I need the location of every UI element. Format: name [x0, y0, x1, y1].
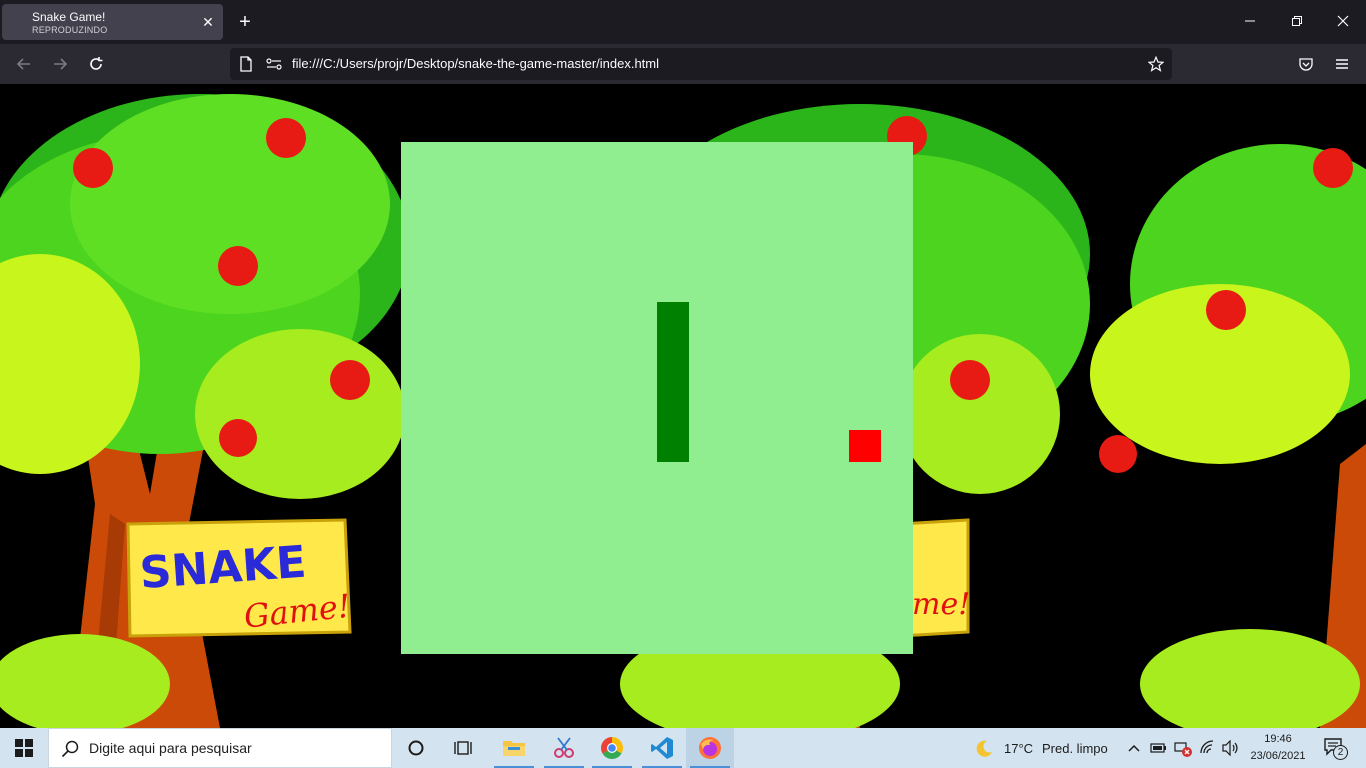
nav-bar: file:///C:/Users/projr/Desktop/snake-the…: [0, 44, 1366, 84]
close-window-button[interactable]: [1331, 10, 1355, 34]
battery-icon[interactable]: [1150, 742, 1168, 754]
moon-weather-icon: [976, 740, 992, 757]
weather-temperature[interactable]: 17°C: [1004, 741, 1033, 756]
game-canvas[interactable]: [401, 142, 913, 654]
chrome-button[interactable]: [588, 728, 636, 768]
cortana-circle-icon: [408, 740, 424, 756]
close-icon: [1337, 15, 1349, 27]
notification-center-button[interactable]: 2: [1320, 736, 1352, 760]
vscode-button[interactable]: [638, 728, 686, 768]
tab-playing-label: REPRODUZINDO: [32, 25, 108, 35]
permissions-icon[interactable]: [266, 56, 282, 72]
snake-game-sign: SNAKE Game!: [126, 518, 352, 638]
tab-close-icon[interactable]: ✕: [200, 14, 216, 30]
restore-icon: [1292, 16, 1302, 26]
system-clock[interactable]: 19:46 23/06/2021: [1244, 731, 1312, 765]
firefox-icon: [699, 737, 721, 759]
start-button[interactable]: [0, 728, 48, 768]
folder-icon: [503, 741, 525, 756]
task-view-button[interactable]: [440, 728, 488, 768]
windows-taskbar: Digite aqui para pesquisar 17°C Pred. li…: [0, 728, 1366, 768]
windows-logo-icon: [15, 739, 33, 757]
vscode-icon: [651, 737, 673, 759]
pocket-button[interactable]: [1294, 52, 1318, 76]
forward-arrow-icon: [54, 58, 68, 70]
reload-icon: [90, 57, 103, 70]
scissors-icon: [554, 737, 574, 758]
firefox-button[interactable]: [686, 728, 734, 768]
file-explorer-button[interactable]: [490, 728, 538, 768]
new-tab-button[interactable]: +: [234, 11, 256, 33]
wifi-icon[interactable]: [1199, 740, 1217, 756]
notification-count-badge: 2: [1333, 745, 1348, 760]
back-arrow-icon: [16, 58, 30, 70]
chevron-up-icon[interactable]: [1127, 742, 1141, 754]
restore-button[interactable]: [1285, 10, 1309, 34]
url-bar[interactable]: file:///C:/Users/projr/Desktop/snake-the…: [230, 48, 1172, 80]
taskbar-search-box[interactable]: Digite aqui para pesquisar: [48, 728, 392, 768]
minimize-button[interactable]: [1238, 10, 1262, 34]
search-placeholder: Digite aqui para pesquisar: [89, 740, 252, 756]
tree-right: [1090, 144, 1366, 728]
search-icon: [61, 740, 79, 758]
food-apple: [849, 430, 881, 462]
snipping-tool-button[interactable]: [540, 728, 588, 768]
chrome-icon: [601, 737, 623, 759]
hamburger-menu-icon: [1336, 59, 1348, 69]
task-view-icon: [454, 741, 472, 755]
reload-button[interactable]: [84, 52, 108, 76]
minimize-icon: [1245, 20, 1255, 22]
menu-button[interactable]: [1330, 52, 1354, 76]
vpn-error-icon[interactable]: [1174, 740, 1192, 758]
clock-date: 23/06/2021: [1250, 750, 1306, 762]
page-icon: [238, 56, 254, 72]
volume-icon[interactable]: [1222, 740, 1240, 756]
tab-snake-game[interactable]: Snake Game! REPRODUZINDO ✕: [2, 4, 223, 40]
tab-bar: Snake Game! REPRODUZINDO ✕ +: [0, 0, 1366, 44]
url-text: file:///C:/Users/projr/Desktop/snake-the…: [292, 56, 660, 71]
clock-time: 19:46: [1264, 733, 1292, 745]
forward-button[interactable]: [48, 52, 72, 76]
pocket-icon: [1299, 58, 1313, 71]
back-button[interactable]: [12, 52, 36, 76]
bookmark-star-icon[interactable]: [1148, 56, 1164, 72]
weather-description[interactable]: Pred. limpo: [1042, 741, 1108, 756]
snake-body: [657, 302, 689, 462]
cortana-button[interactable]: [392, 728, 440, 768]
page-viewport: SNAKE Game! me!: [0, 84, 1366, 728]
sign-partial-text: me!: [912, 587, 970, 622]
tab-title: Snake Game!: [32, 10, 106, 24]
